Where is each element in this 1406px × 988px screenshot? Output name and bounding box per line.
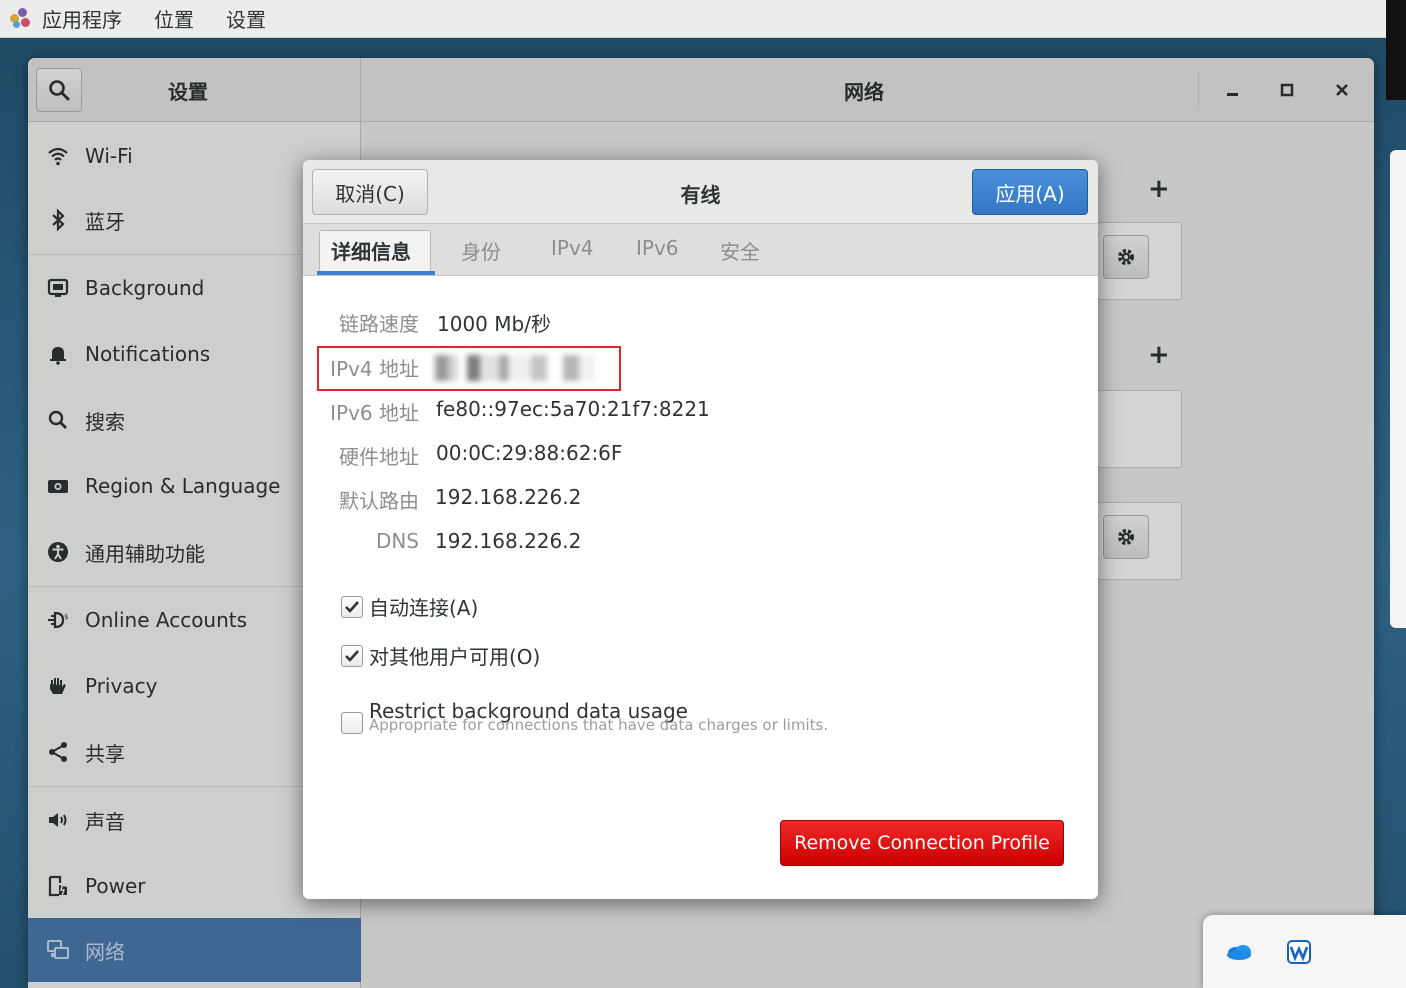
hardware-address-label: 硬件地址 [339, 445, 419, 469]
ipv6-address-label: IPv6 地址 [330, 401, 419, 425]
ipv6-address-value: fe80::97ec:5a70:21f7:8221 [436, 397, 710, 421]
default-route-value: 192.168.226.2 [435, 485, 582, 509]
tab-bar: 详细信息 身份 IPv4 IPv6 安全 [303, 224, 1098, 276]
applications-icon[interactable] [10, 7, 32, 30]
all-users-checkbox[interactable] [341, 644, 363, 667]
screen-edge [1386, 0, 1406, 100]
remove-connection-button[interactable]: Remove Connection Profile [780, 820, 1064, 866]
background-window-edge [1390, 150, 1406, 628]
tab-identity[interactable]: 身份 [461, 236, 501, 265]
auto-connect-label: 自动连接(A) [369, 596, 479, 620]
apply-button[interactable]: 应用(A) [972, 169, 1088, 215]
menu-places[interactable]: 位置 [154, 4, 194, 33]
tab-ipv6[interactable]: IPv6 [636, 236, 679, 260]
top-panel: 应用程序 位置 设置 [0, 0, 1386, 38]
dns-value: 192.168.226.2 [435, 529, 582, 553]
hardware-address-value: 00:0C:29:88:62:6F [436, 441, 623, 465]
tab-ipv4[interactable]: IPv4 [551, 236, 594, 260]
restrict-data-checkbox[interactable] [341, 712, 363, 734]
checkmark-icon [345, 600, 359, 613]
wps-icon[interactable] [1287, 940, 1311, 968]
dns-label: DNS [375, 529, 419, 553]
all-users-row[interactable]: 对其他用户可用(O) [341, 641, 540, 670]
auto-connect-checkbox[interactable] [341, 595, 363, 618]
tab-security[interactable]: 安全 [720, 236, 760, 265]
wired-connection-dialog: 取消(C) 有线 应用(A) 详细信息 身份 IPv4 IPv6 安全 链路速度… [303, 160, 1098, 899]
system-tray-popup [1203, 915, 1406, 988]
tab-details[interactable]: 详细信息 [331, 236, 411, 265]
active-tab-indicator [317, 271, 435, 275]
link-speed-value: 1000 Mb/秒 [437, 312, 551, 336]
default-route-label: 默认路由 [339, 489, 419, 513]
dialog-header: 取消(C) 有线 应用(A) [303, 160, 1098, 224]
menu-applications[interactable]: 应用程序 [42, 4, 122, 33]
auto-connect-row[interactable]: 自动连接(A) [341, 592, 478, 621]
ipv4-highlight-box [317, 346, 621, 391]
link-speed-label: 链路速度 [339, 312, 419, 336]
cloud-icon[interactable] [1225, 940, 1253, 966]
all-users-label: 对其他用户可用(O) [369, 645, 541, 669]
menu-settings[interactable]: 设置 [226, 4, 266, 33]
checkmark-icon [345, 649, 359, 662]
restrict-data-description: Appropriate for connections that have da… [369, 716, 829, 734]
